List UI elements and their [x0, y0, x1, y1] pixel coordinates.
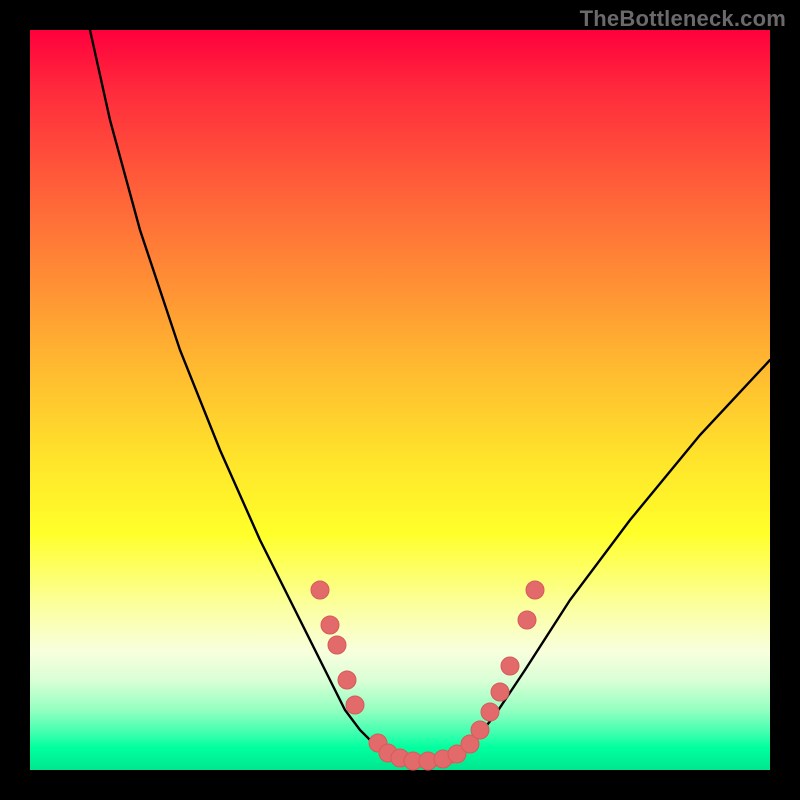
- data-point: [311, 581, 329, 599]
- chart-stage: TheBottleneck.com: [0, 0, 800, 800]
- data-point: [328, 636, 346, 654]
- data-point: [518, 611, 536, 629]
- data-point: [471, 721, 489, 739]
- plot-area: [30, 30, 770, 770]
- watermark-text: TheBottleneck.com: [580, 6, 786, 32]
- data-point-markers: [311, 581, 544, 770]
- data-point: [321, 616, 339, 634]
- curve-svg: [30, 30, 770, 770]
- data-point: [481, 703, 499, 721]
- bottleneck-curve: [90, 30, 770, 762]
- data-point: [491, 683, 509, 701]
- data-point: [338, 671, 356, 689]
- data-point: [346, 696, 364, 714]
- data-point: [526, 581, 544, 599]
- data-point: [501, 657, 519, 675]
